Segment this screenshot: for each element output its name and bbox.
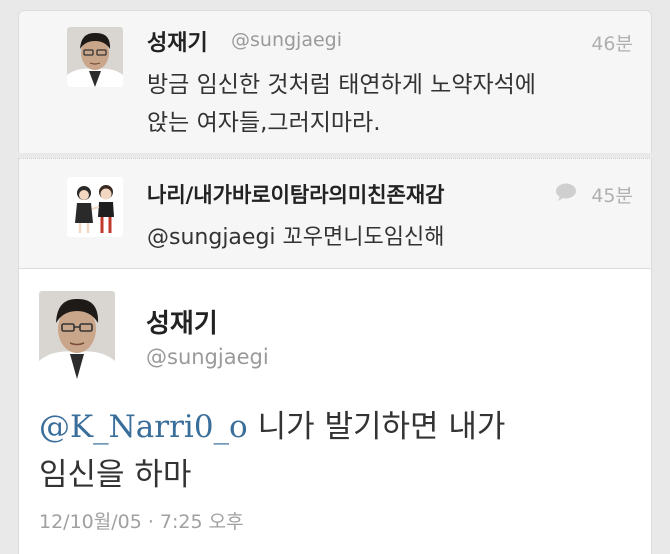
avatar[interactable]: [67, 27, 123, 87]
author-name[interactable]: 성재기: [146, 303, 218, 340]
tweet-text-rest: 니가 발기하면 내가: [247, 409, 506, 445]
main-tweet-card: 성재기 @sungjaegi @K_Narri0_o 니가 발기하면 내가 임신…: [18, 268, 652, 554]
tweet-time: 45분: [591, 185, 633, 207]
tweet-text-line-1: @K_Narri0_o 니가 발기하면 내가: [39, 401, 505, 446]
tweet-text-line-2: 앉는 여자들,그러지마라.: [147, 110, 381, 136]
tweet-text-line-2: 임신을 하마: [39, 457, 192, 493]
author-handle[interactable]: @sungjaegi: [231, 29, 342, 51]
mention-link[interactable]: @K_Narri0_o: [39, 409, 248, 445]
avatar[interactable]: [67, 177, 123, 237]
tweet-time: 46분: [591, 33, 633, 55]
tweet-text-line-1: 방금 임신한 것처럼 태연하게 노약자석에: [147, 72, 536, 98]
avatar[interactable]: [39, 291, 115, 379]
tweet-timestamp: 12/10월/05 · 7:25 오후: [39, 511, 244, 533]
author-name[interactable]: 나리/내가바로이탐라의미친존재감: [147, 179, 444, 209]
tweet-text: @sungjaegi 꼬우면니도임신해: [147, 225, 445, 250]
tweet-card-2[interactable]: 나리/내가바로이탐라의미친존재감 45분 @sungjaegi 꼬우면니도임신해: [18, 158, 652, 268]
tweet-card-1[interactable]: 성재기 @sungjaegi 46분 방금 임신한 것처럼 태연하게 노약자석에…: [18, 10, 652, 153]
speech-bubble-icon: [555, 183, 577, 205]
author-name[interactable]: 성재기: [147, 25, 208, 57]
author-handle[interactable]: @sungjaegi: [146, 345, 269, 369]
